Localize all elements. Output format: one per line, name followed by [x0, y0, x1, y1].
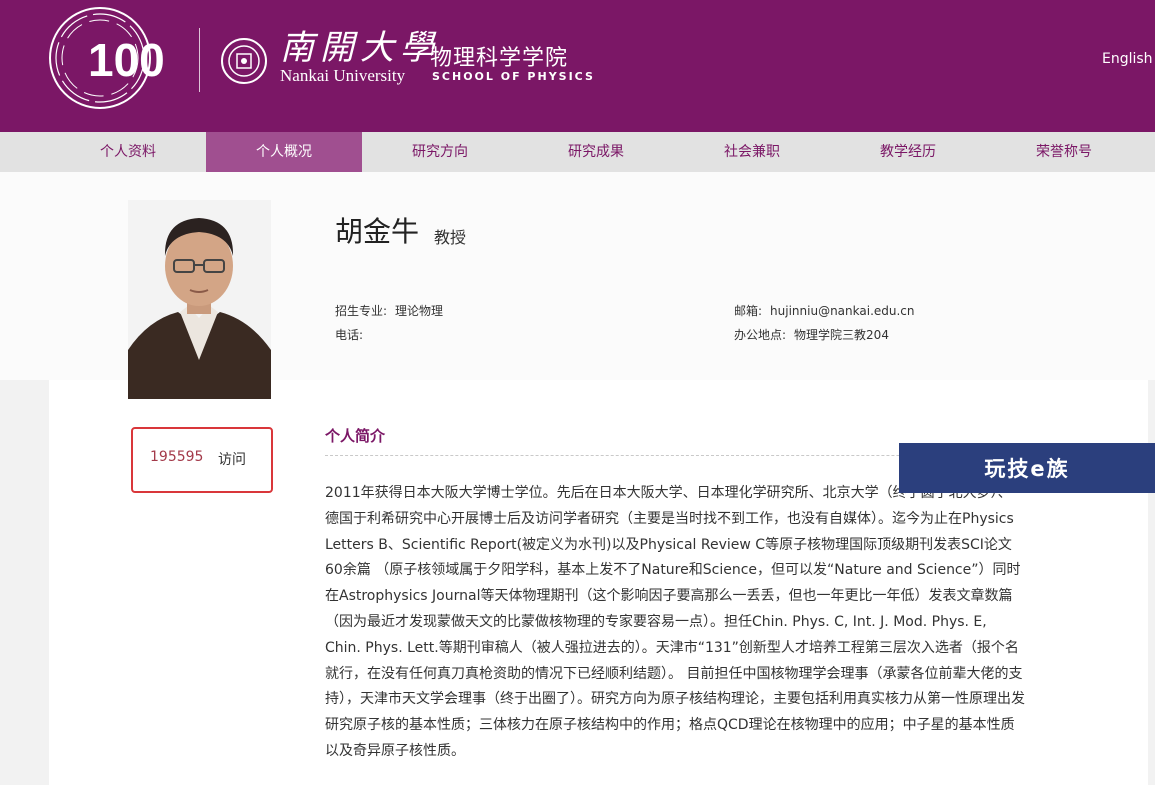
- nav-personal-info[interactable]: 个人资料: [50, 132, 206, 172]
- major-label: 招生专业:: [335, 304, 388, 318]
- nav-research-direction[interactable]: 研究方向: [362, 132, 518, 172]
- university-name-en: Nankai University: [280, 66, 406, 85]
- major-value: 理论物理: [395, 304, 444, 318]
- university-seal-icon: [220, 37, 268, 85]
- watermark-banner: 玩技e族: [899, 443, 1155, 493]
- visit-label: 访问: [218, 452, 246, 468]
- centennial-number: 100: [88, 34, 165, 86]
- office-row: 办公地点: 物理学院三教204: [734, 326, 889, 343]
- profile-photo: [128, 200, 271, 399]
- professor-name: 胡金牛: [335, 215, 420, 248]
- office-value: 物理学院三教204: [794, 328, 889, 342]
- watermark-text: 玩技e族: [984, 457, 1070, 481]
- email-row: 邮箱: hujinniu@nankai.edu.cn: [734, 302, 915, 319]
- nav-social-positions[interactable]: 社会兼职: [674, 132, 830, 172]
- university-name-cn: 南開大學: [280, 28, 440, 68]
- header-divider: [199, 28, 200, 92]
- nav-research-results[interactable]: 研究成果: [518, 132, 674, 172]
- english-link[interactable]: English: [1102, 51, 1153, 67]
- phone-label: 电话:: [335, 328, 364, 342]
- school-name-cn: 物理科学学院: [430, 46, 569, 71]
- nav-honors[interactable]: 荣誉称号: [986, 132, 1142, 172]
- nav-teaching[interactable]: 教学经历: [830, 132, 986, 172]
- nav-overview[interactable]: 个人概况: [206, 132, 362, 172]
- main-nav: 个人资料 个人概况 研究方向 研究成果 社会兼职 教学经历 荣誉称号: [0, 132, 1155, 172]
- bio-section-title: 个人简介: [325, 427, 386, 445]
- major-row: 招生专业: 理论物理: [335, 302, 443, 319]
- site-header: 100 南開大學 Nankai University 物理科学学院 SCHOOL…: [0, 0, 1155, 132]
- email-value[interactable]: hujinniu@nankai.edu.cn: [770, 304, 914, 318]
- visit-count: 195595: [150, 449, 204, 465]
- professor-title: 教授: [434, 228, 467, 247]
- bio-text: 2011年获得日本大阪大学博士学位。先后在日本大阪大学、日本理化学研究所、北京大…: [325, 485, 1025, 759]
- office-label: 办公地点:: [734, 328, 787, 342]
- school-name-en: SCHOOL OF PHYSICS: [432, 70, 595, 83]
- email-label: 邮箱:: [734, 304, 763, 318]
- phone-row: 电话:: [335, 326, 371, 343]
- centennial-logo[interactable]: 100: [48, 6, 176, 110]
